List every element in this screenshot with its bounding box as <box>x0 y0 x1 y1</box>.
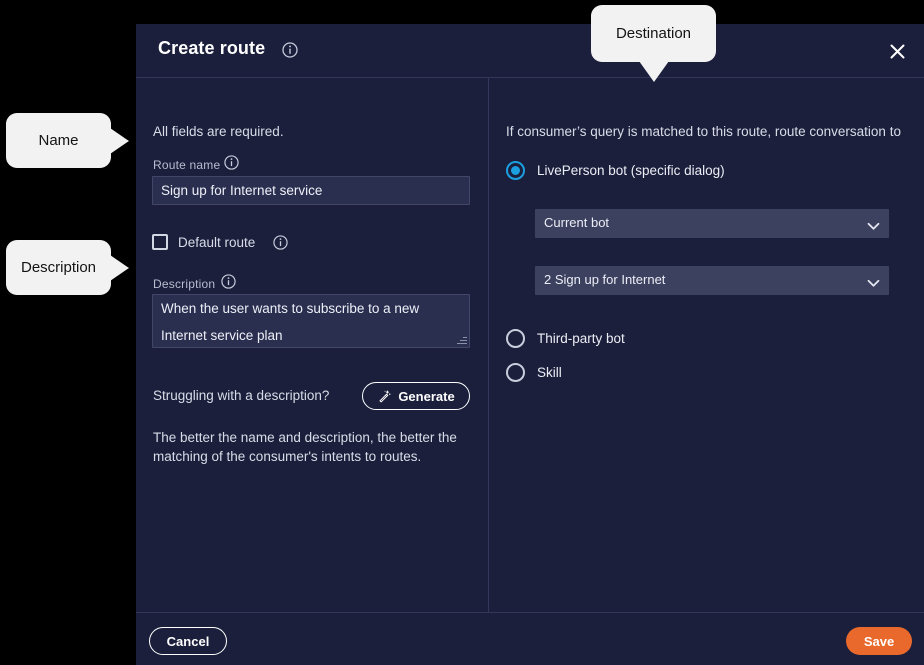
create-route-modal: Create route All fields are required. Ro… <box>136 24 924 665</box>
callout-tail-icon <box>638 61 669 82</box>
radio-button-selected-icon <box>506 161 525 180</box>
radio-button-icon <box>506 329 525 348</box>
dialog-select-value: 2 Sign up for Internet <box>544 272 666 287</box>
default-route-label: Default route <box>178 234 256 250</box>
callout-name-label: Name <box>38 132 79 149</box>
page-title: Create route <box>158 38 266 58</box>
generate-button-label: Generate <box>398 388 455 404</box>
route-name-input[interactable] <box>152 176 470 205</box>
struggling-with-description-text: Struggling with a description? <box>153 388 330 403</box>
radio-skill-label: Skill <box>537 365 562 380</box>
radio-liveperson-bot-label: LivePerson bot (specific dialog) <box>537 163 725 178</box>
bot-select-value: Current bot <box>544 215 610 230</box>
magic-wand-icon <box>377 389 392 404</box>
matching-hint-text: The better the name and description, the… <box>153 430 457 464</box>
destination-question: If consumer’s query is matched to this r… <box>506 124 901 139</box>
default-route-checkbox[interactable] <box>152 234 168 250</box>
description-label: Description <box>153 277 216 291</box>
radio-button-icon <box>506 363 525 382</box>
callout-name: Name <box>6 113 129 168</box>
destination-pane: If consumer’s query is matched to this r… <box>489 78 924 612</box>
info-circle-icon[interactable] <box>273 234 288 250</box>
route-name-label: Route name <box>153 158 221 172</box>
save-button[interactable]: Save <box>846 627 912 655</box>
radio-third-party-bot-label: Third-party bot <box>537 331 625 346</box>
chevron-down-icon <box>867 275 880 293</box>
generate-button[interactable]: Generate <box>362 382 470 410</box>
description-textarea[interactable] <box>152 294 470 348</box>
cancel-button[interactable]: Cancel <box>149 627 227 655</box>
callout-description-label: Description <box>20 259 97 276</box>
callout-description: Description <box>6 240 129 295</box>
chevron-down-icon <box>867 218 880 236</box>
route-details-pane: All fields are required. Route name Defa… <box>136 78 489 612</box>
info-circle-icon[interactable] <box>224 155 239 170</box>
modal-header: Create route <box>136 24 924 78</box>
bot-select[interactable]: Current bot <box>535 209 889 238</box>
callout-tail-icon <box>110 254 129 281</box>
modal-footer: Cancel Save <box>136 612 924 665</box>
info-circle-icon[interactable] <box>221 274 236 289</box>
callout-destination: Destination <box>591 5 716 82</box>
close-icon[interactable] <box>883 37 911 65</box>
radio-skill[interactable]: Skill <box>506 363 562 382</box>
callout-destination-label: Destination <box>615 25 692 42</box>
callout-tail-icon <box>110 127 129 154</box>
radio-liveperson-bot[interactable]: LivePerson bot (specific dialog) <box>506 161 725 180</box>
all-fields-required-note: All fields are required. <box>153 124 284 139</box>
default-route-row[interactable]: Default route <box>152 234 288 250</box>
dialog-select[interactable]: 2 Sign up for Internet <box>535 266 889 295</box>
info-circle-icon[interactable] <box>282 42 298 58</box>
radio-third-party-bot[interactable]: Third-party bot <box>506 329 625 348</box>
